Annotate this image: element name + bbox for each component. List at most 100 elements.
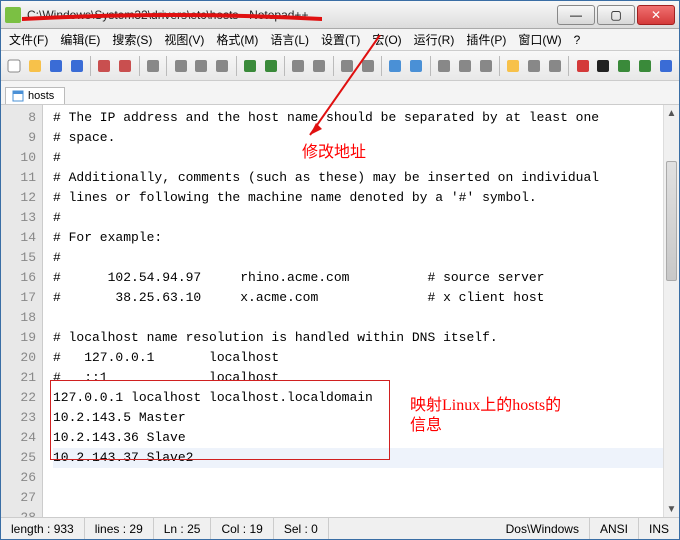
line-number: 13 — [1, 208, 36, 228]
close-button[interactable]: ✕ — [637, 5, 675, 25]
code-area[interactable]: # The IP address and the host name shoul… — [43, 105, 679, 517]
window-buttons: — ▢ ✕ — [555, 5, 675, 25]
replace-icon[interactable] — [310, 56, 329, 76]
line-number: 23 — [1, 408, 36, 428]
cut-icon[interactable] — [171, 56, 190, 76]
vertical-scrollbar[interactable]: ▲ ▼ — [663, 105, 679, 517]
code-line[interactable]: 10.2.143.36 Slave — [53, 428, 679, 448]
scroll-thumb[interactable] — [666, 161, 677, 281]
maximize-button[interactable]: ▢ — [597, 5, 635, 25]
line-number: 24 — [1, 428, 36, 448]
close-icon[interactable] — [95, 56, 114, 76]
line-gutter: 8910111213141516171819202122232425262728 — [1, 105, 43, 517]
save-macro-icon[interactable] — [656, 56, 675, 76]
line-number: 19 — [1, 328, 36, 348]
code-line[interactable]: # localhost name resolution is handled w… — [53, 328, 679, 348]
func-list-icon[interactable] — [545, 56, 564, 76]
open-file-icon[interactable] — [26, 56, 45, 76]
menu-item-6[interactable]: 设置(T) — [315, 29, 366, 50]
menu-item-8[interactable]: 运行(R) — [408, 29, 461, 50]
save-all-icon[interactable] — [67, 56, 86, 76]
toolbar — [1, 51, 679, 81]
file-icon — [12, 90, 24, 102]
code-line[interactable]: 10.2.143.5 Master — [53, 408, 679, 428]
find-icon[interactable] — [289, 56, 308, 76]
code-line[interactable]: # 38.25.63.10 x.acme.com # x client host — [53, 288, 679, 308]
print-icon[interactable] — [144, 56, 163, 76]
code-line[interactable]: # lines or following the machine name de… — [53, 188, 679, 208]
code-line[interactable]: # — [53, 248, 679, 268]
line-number: 27 — [1, 488, 36, 508]
copy-icon[interactable] — [192, 56, 211, 76]
scroll-track[interactable] — [664, 121, 679, 501]
status-eol: Dos\Windows — [496, 518, 590, 539]
code-line[interactable] — [53, 308, 679, 328]
menubar: 文件(F)编辑(E)搜索(S)视图(V)格式(M)语言(L)设置(T)宏(O)运… — [1, 29, 679, 51]
menu-item-4[interactable]: 格式(M) — [210, 29, 264, 50]
code-line[interactable] — [53, 508, 679, 517]
zoom-out-icon[interactable] — [358, 56, 377, 76]
code-line[interactable]: # The IP address and the host name shoul… — [53, 108, 679, 128]
undo-icon[interactable] — [241, 56, 260, 76]
menu-item-0[interactable]: 文件(F) — [3, 29, 54, 50]
show-all-icon[interactable] — [455, 56, 474, 76]
menu-item-5[interactable]: 语言(L) — [264, 29, 315, 50]
menu-item-2[interactable]: 搜索(S) — [106, 29, 158, 50]
code-line[interactable]: 127.0.0.1 localhost localhost.localdomai… — [53, 388, 679, 408]
code-line[interactable]: # ::1 localhost — [53, 368, 679, 388]
annotation-label-1: 修改地址 — [302, 138, 366, 162]
menu-item-9[interactable]: 插件(P) — [460, 29, 512, 50]
close-all-icon[interactable] — [116, 56, 135, 76]
doc-map-icon[interactable] — [525, 56, 544, 76]
menu-item-10[interactable]: 窗口(W) — [512, 29, 567, 50]
app-icon — [5, 7, 21, 23]
status-col: Col : 19 — [211, 518, 273, 539]
code-line[interactable] — [53, 468, 679, 488]
tab-hosts[interactable]: hosts — [5, 87, 65, 104]
toolbar-separator — [236, 56, 237, 76]
redo-icon[interactable] — [261, 56, 280, 76]
line-number: 21 — [1, 368, 36, 388]
play-multi-icon[interactable] — [635, 56, 654, 76]
code-line[interactable]: # 127.0.0.1 localhost — [53, 348, 679, 368]
code-line[interactable]: # For example: — [53, 228, 679, 248]
scroll-down-icon[interactable]: ▼ — [664, 501, 679, 517]
toolbar-separator — [139, 56, 140, 76]
record-icon[interactable] — [573, 56, 592, 76]
paste-icon[interactable] — [213, 56, 232, 76]
notepadpp-window: C:\Windows\System32\drivers\etc\hosts - … — [0, 0, 680, 540]
status-lines: lines : 29 — [85, 518, 154, 539]
annotation-underline — [22, 13, 322, 23]
menu-item-3[interactable]: 视图(V) — [158, 29, 210, 50]
new-file-icon[interactable] — [5, 56, 24, 76]
toolbar-separator — [568, 56, 569, 76]
status-length: length : 933 — [1, 518, 85, 539]
stop-icon[interactable] — [594, 56, 613, 76]
indent-icon[interactable] — [476, 56, 495, 76]
annotation-label-2: 映射Linux上的hosts的 信息 — [410, 396, 561, 436]
scroll-up-icon[interactable]: ▲ — [664, 105, 679, 121]
code-line[interactable] — [53, 488, 679, 508]
line-number: 11 — [1, 168, 36, 188]
line-number: 20 — [1, 348, 36, 368]
folder-tree-icon[interactable] — [504, 56, 523, 76]
editor[interactable]: 8910111213141516171819202122232425262728… — [1, 105, 679, 517]
zoom-in-icon[interactable] — [338, 56, 357, 76]
play-icon[interactable] — [615, 56, 634, 76]
menu-item-7[interactable]: 宏(O) — [366, 29, 407, 50]
code-line[interactable]: # Additionally, comments (such as these)… — [53, 168, 679, 188]
menu-item-11[interactable]: ? — [568, 31, 587, 49]
toolbar-separator — [333, 56, 334, 76]
sync-h-icon[interactable] — [407, 56, 426, 76]
minimize-button[interactable]: — — [557, 5, 595, 25]
code-line[interactable]: # 102.54.94.97 rhino.acme.com # source s… — [53, 268, 679, 288]
code-line[interactable]: 10.2.143.37 Slave2 — [53, 448, 679, 468]
line-number: 16 — [1, 268, 36, 288]
save-icon[interactable] — [47, 56, 66, 76]
sync-v-icon[interactable] — [386, 56, 405, 76]
code-line[interactable]: # — [53, 208, 679, 228]
wrap-icon[interactable] — [435, 56, 454, 76]
line-number: 26 — [1, 468, 36, 488]
line-number: 9 — [1, 128, 36, 148]
menu-item-1[interactable]: 编辑(E) — [54, 29, 106, 50]
